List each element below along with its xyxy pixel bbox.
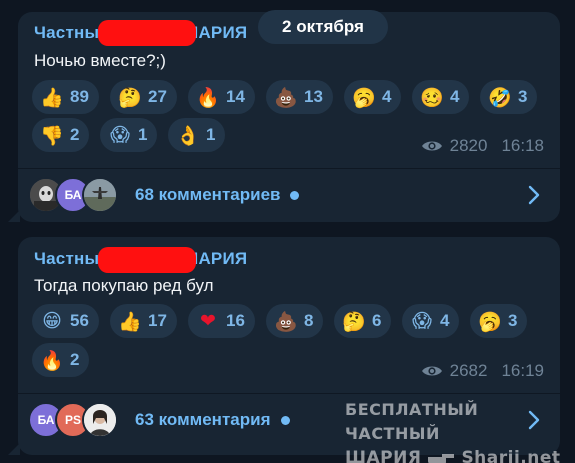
reaction-fire[interactable]: 🔥 2 xyxy=(32,343,90,377)
reaction-count: 16 xyxy=(226,311,245,330)
watermark-site: Sharij.net xyxy=(461,448,561,463)
screaming-face-icon: 😱 xyxy=(110,124,130,146)
watermark-line1: БЕСПЛАТНЫЙ ЧАСТНЫЙ xyxy=(345,400,479,443)
redaction-mark xyxy=(98,247,196,273)
avatar-initials: БА xyxy=(64,188,82,202)
ok-hand-icon: 👌 xyxy=(176,124,200,147)
view-count: 2820 xyxy=(449,136,488,155)
avatar-photo-icon xyxy=(84,404,116,436)
unread-dot xyxy=(280,416,290,426)
view-count: 2682 xyxy=(449,361,488,380)
comments-link[interactable]: БА 68 комментариев xyxy=(18,170,560,220)
yawning-face-icon: 🥱 xyxy=(478,310,502,333)
reaction-count: 4 xyxy=(440,311,450,330)
commenter-avatars: БА PS xyxy=(28,402,123,438)
reaction-fire[interactable]: 🔥 14 xyxy=(188,80,255,114)
date-separator: 2 октября xyxy=(258,10,388,44)
reaction-grinning[interactable]: 😁 56 xyxy=(32,304,99,338)
reaction-woozy[interactable]: 🥴 4 xyxy=(412,80,470,114)
post-meta: 2682 16:19 xyxy=(421,361,544,381)
pointing-hand-icon xyxy=(428,454,455,463)
comments-count: 68 комментариев xyxy=(135,185,300,205)
reaction-count: 1 xyxy=(138,125,148,144)
poop-icon: 💩 xyxy=(274,310,298,333)
screaming-face-icon: 😱 xyxy=(412,310,432,332)
reaction-screaming[interactable]: 😱 4 xyxy=(402,304,460,338)
reaction-count: 17 xyxy=(148,311,167,330)
message-text: Ночью вместе?;) xyxy=(34,51,166,70)
reaction-count: 27 xyxy=(148,87,167,106)
woozy-face-icon: 🥴 xyxy=(420,86,444,109)
fire-icon: 🔥 xyxy=(40,349,64,372)
thumbs-up-icon: 👍 xyxy=(40,86,64,109)
reaction-thumbs-down[interactable]: 👎 2 xyxy=(32,118,90,152)
reaction-count: 2 xyxy=(70,125,80,144)
chevron-right-icon xyxy=(528,185,540,205)
eye-icon xyxy=(421,141,442,151)
reaction-thumbs-up[interactable]: 👍 89 xyxy=(32,80,99,114)
redaction-mark xyxy=(98,20,196,46)
reaction-count: 1 xyxy=(206,125,216,144)
comments-label: 63 комментария xyxy=(135,410,271,429)
avatar-photo-icon xyxy=(84,179,116,211)
reaction-screaming[interactable]: 😱 1 xyxy=(100,118,158,152)
reaction-rofl[interactable]: 🤣 3 xyxy=(480,80,538,114)
watermark: БЕСПЛАТНЫЙ ЧАСТНЫЙ ШАРИЯ Sharij.net xyxy=(345,398,565,463)
reaction-poop[interactable]: 💩 8 xyxy=(266,304,324,338)
reaction-count: 14 xyxy=(226,87,245,106)
reaction-count: 3 xyxy=(508,311,518,330)
divider xyxy=(18,393,560,394)
thinking-icon: 🤔 xyxy=(342,310,366,333)
reaction-count: 3 xyxy=(518,87,528,106)
reaction-thinking[interactable]: 🤔 27 xyxy=(110,80,177,114)
divider xyxy=(18,168,560,169)
watermark-line2: ШАРИЯ Sharij.net xyxy=(345,446,565,463)
reaction-count: 2 xyxy=(70,350,80,369)
heart-icon: ❤ xyxy=(200,310,216,332)
fire-icon: 🔥 xyxy=(196,86,220,109)
avatar-initials: PS xyxy=(64,413,81,427)
grinning-face-icon: 😁 xyxy=(42,310,62,332)
reaction-yawning[interactable]: 🥱 3 xyxy=(470,304,528,338)
reaction-count: 8 xyxy=(304,311,314,330)
reaction-count: 89 xyxy=(70,87,89,106)
avatar xyxy=(82,402,118,438)
thumbs-up-icon: 👍 xyxy=(118,310,142,333)
avatar-initials: БА xyxy=(37,413,55,427)
reaction-thumbs-up[interactable]: 👍 17 xyxy=(110,304,177,338)
reaction-poop[interactable]: 💩 13 xyxy=(266,80,333,114)
avatar xyxy=(82,177,118,213)
post-meta: 2820 16:18 xyxy=(421,136,544,156)
sender-prefix: Частны xyxy=(34,23,100,42)
rofl-icon: 🤣 xyxy=(488,86,512,109)
reaction-count: 6 xyxy=(372,311,382,330)
commenter-avatars: БА xyxy=(28,177,123,213)
reaction-count: 56 xyxy=(70,311,89,330)
reaction-count: 4 xyxy=(450,87,460,106)
post-time: 16:18 xyxy=(501,136,544,155)
yawning-face-icon: 🥱 xyxy=(352,86,376,109)
watermark-brand: ШАРИЯ xyxy=(345,448,422,463)
reaction-count: 4 xyxy=(382,87,392,106)
reaction-thinking[interactable]: 🤔 6 xyxy=(334,304,392,338)
reaction-heart[interactable]: ❤ 16 xyxy=(188,304,255,338)
eye-icon xyxy=(421,366,442,376)
unread-dot xyxy=(290,191,300,201)
sender-prefix: Частны xyxy=(34,249,100,268)
reaction-ok-hand[interactable]: 👌 1 xyxy=(168,118,226,152)
thinking-icon: 🤔 xyxy=(118,86,142,109)
thumbs-down-icon: 👎 xyxy=(40,124,64,147)
poop-icon: 💩 xyxy=(274,86,298,109)
comments-label: 68 комментариев xyxy=(135,185,281,204)
reaction-count: 13 xyxy=(304,87,323,106)
reaction-yawning[interactable]: 🥱 4 xyxy=(344,80,402,114)
post-time: 16:19 xyxy=(501,361,544,380)
comments-count: 63 комментария xyxy=(135,410,290,430)
message-text: Тогда покупаю ред бул xyxy=(34,276,214,295)
